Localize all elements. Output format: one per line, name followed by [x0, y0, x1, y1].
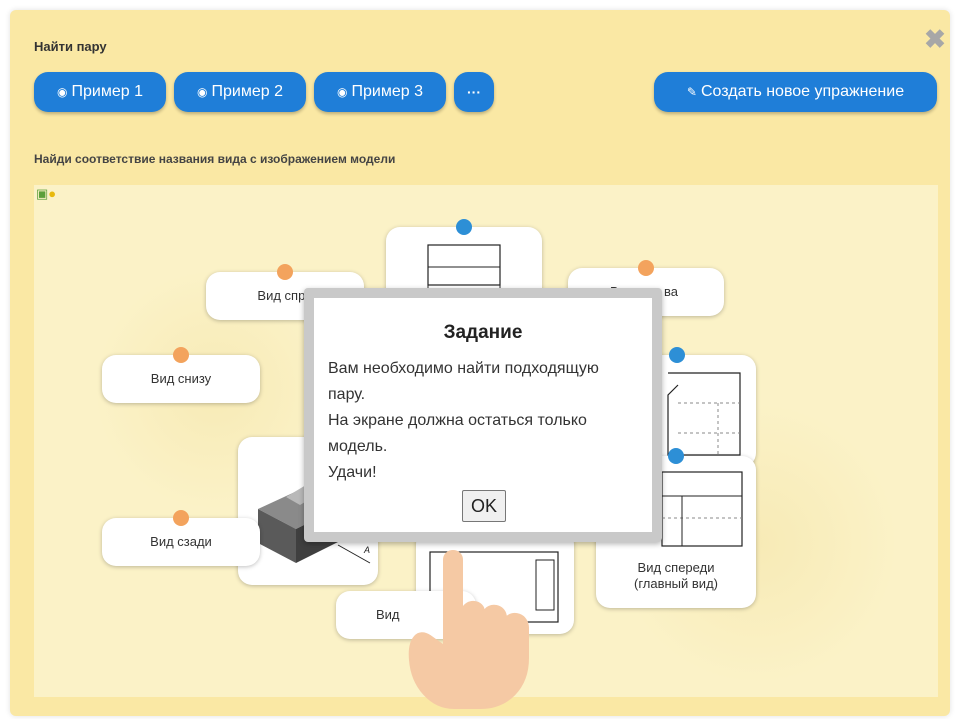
ok-button[interactable]: OK [462, 490, 506, 522]
hand-pointer-icon [408, 550, 529, 709]
model-label: A [363, 545, 370, 555]
helper-icons: ▣● [36, 186, 56, 202]
label-card-back-view[interactable]: Вид сзади [102, 510, 260, 566]
exercise-instruction: Найди соответствие названия вида с изобр… [34, 152, 396, 166]
dialog-title: Задание [443, 322, 523, 343]
pencil-icon: ✎ [686, 85, 697, 99]
eye-icon: ◉ [337, 85, 348, 99]
close-icon[interactable]: ✖ [922, 26, 948, 52]
app-title: Найти пару [34, 39, 107, 54]
hint-icon[interactable]: ▣ [36, 186, 48, 201]
front-view-label-line1: Вид спереди [637, 560, 715, 575]
connector-dot[interactable] [173, 510, 189, 526]
example-1-button[interactable]: ◉ Пример 1 [34, 72, 166, 112]
example-3-button[interactable]: ◉ Пример 3 [314, 72, 446, 112]
task-dialog: Задание Вам необходимо найти подходящую … [304, 288, 662, 542]
example-2-button[interactable]: ◉ Пример 2 [174, 72, 306, 112]
lightbulb-icon[interactable]: ● [48, 186, 56, 201]
task-dialog-body: Задание Вам необходимо найти подходящую … [314, 298, 652, 532]
connector-dot[interactable] [277, 264, 293, 280]
dialog-message: Вам необходимо найти подходящую пару. На… [328, 360, 599, 481]
create-exercise-button[interactable]: ✎ Создать новое упражнение [654, 72, 937, 112]
front-view-label-line2: (главный вид) [634, 576, 718, 591]
eye-icon: ◉ [57, 85, 68, 99]
label-card-bottom-view[interactable]: Вид снизу [102, 347, 260, 403]
more-button[interactable]: ··· [454, 72, 494, 112]
connector-dot[interactable] [638, 260, 654, 276]
connector-dot[interactable] [173, 347, 189, 363]
eye-icon: ◉ [197, 85, 208, 99]
